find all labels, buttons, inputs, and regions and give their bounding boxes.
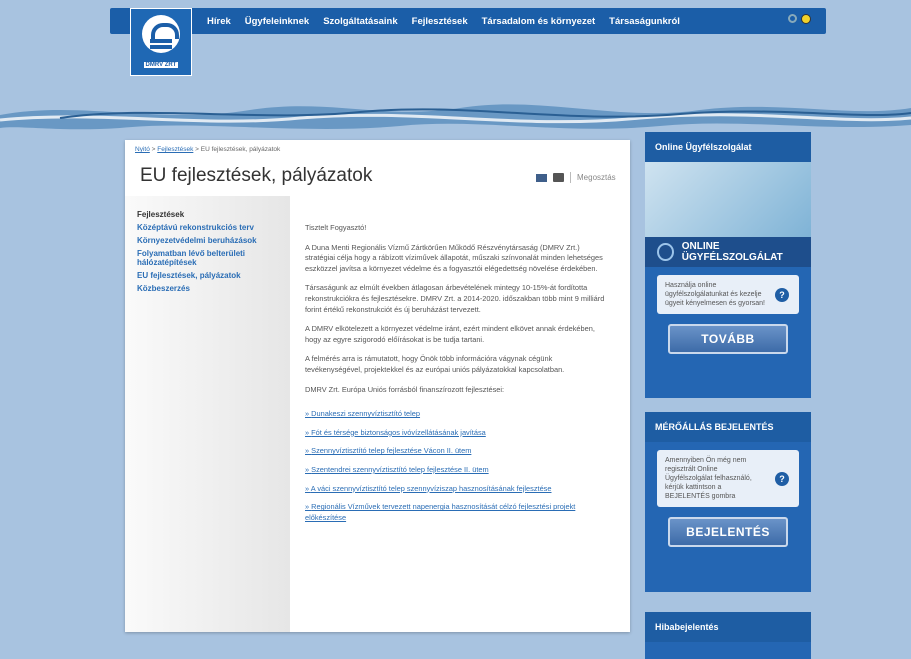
paragraph: A DMRV elkötelezett a környezet védelme … xyxy=(305,324,595,344)
sidebar-item[interactable]: Folyamatban lévő belterületi hálózatépít… xyxy=(125,247,290,269)
print-icon[interactable] xyxy=(553,173,564,182)
meter-reading-box: MÉRŐÁLLÁS BEJELENTÉS Amennyiben Ön még n… xyxy=(645,412,811,592)
breadcrumb-parent[interactable]: Fejlesztések xyxy=(157,146,193,153)
nav-item-szolgaltatasaink[interactable]: Szolgáltatásaink xyxy=(316,16,404,27)
page-title: EU fejlesztések, pályázatok xyxy=(140,165,373,186)
box-header: MÉRŐÁLLÁS BEJELENTÉS xyxy=(645,412,811,442)
breadcrumb-separator: > xyxy=(193,146,201,153)
main-text: Tisztelt Fogyasztó! A Duna Menti Regioná… xyxy=(305,223,605,531)
main-nav: Hírek Ügyfeleinknek Szolgáltatásaink Fej… xyxy=(200,8,687,34)
info-text: Használja online ügyfélszolgálatunkat és… xyxy=(665,282,765,307)
nav-item-hirek[interactable]: Hírek xyxy=(200,16,238,27)
project-link[interactable]: Regionális Vízművek tervezett napenergia… xyxy=(305,502,605,523)
logo[interactable]: DMRV ZRT xyxy=(130,8,192,76)
divider xyxy=(570,172,571,183)
paragraph: Társaságunk az elmúlt években átlagosan … xyxy=(305,283,605,314)
project-link[interactable]: Dunakeszi szennyvíztisztító telep xyxy=(305,409,605,420)
paragraph: A felmérés arra is rámutatott, hogy Önök… xyxy=(305,354,565,374)
paragraph: DMRV Zrt. Európa Uniós forrásból finansz… xyxy=(305,384,505,394)
keyboard-image xyxy=(645,162,811,237)
search-icon[interactable] xyxy=(788,14,797,23)
help-icon[interactable]: ? xyxy=(775,471,789,486)
power-icon xyxy=(657,243,674,261)
info-box: Használja online ügyfélszolgálatunkat és… xyxy=(657,275,799,314)
share-link[interactable]: Megosztás xyxy=(577,173,616,182)
sidebar-header: Fejlesztések xyxy=(137,210,185,219)
sidebar-item-active[interactable]: EU fejlesztések, pályázatok xyxy=(125,269,290,282)
paragraph: A Duna Menti Regionális Vízmű Zártkörűen… xyxy=(305,242,603,273)
banner-text: ONLINE ÜGYFÉLSZOLGÁLAT xyxy=(681,241,783,263)
mail-icon[interactable] xyxy=(536,173,547,182)
info-box: Amennyiben Ön még nem regisztrált Online… xyxy=(657,450,799,507)
online-service-box: Online Ügyfélszolgálat ONLINE ÜGYFÉLSZOL… xyxy=(645,132,811,398)
bejelentes-button[interactable]: BEJELENTÉS xyxy=(668,517,788,547)
fault-report-box: Hibabejelentés xyxy=(645,612,811,659)
box-header: Hibabejelentés xyxy=(645,612,811,642)
logo-mark xyxy=(142,15,180,53)
breadcrumb-current: EU fejlesztések, pályázatok xyxy=(200,146,281,153)
logo-text: DMRV ZRT xyxy=(143,62,179,68)
nav-item-tarsadalom[interactable]: Társadalom és környezet xyxy=(475,16,603,27)
project-link[interactable]: Szentendrei szennyvíztisztító telep fejl… xyxy=(305,465,605,476)
online-service-banner[interactable]: ONLINE ÜGYFÉLSZOLGÁLAT xyxy=(645,237,811,267)
box-header: Online Ügyfélszolgálat xyxy=(645,132,811,162)
nav-item-tarsasagunkrol[interactable]: Társaságunkról xyxy=(602,16,687,27)
sidebar-item[interactable]: Középtávú rekonstrukciós terv xyxy=(125,221,290,234)
water-wave-banner xyxy=(0,104,911,130)
breadcrumb-home[interactable]: Nyitó xyxy=(135,146,150,153)
greeting: Tisztelt Fogyasztó! xyxy=(305,223,367,232)
project-list: Dunakeszi szennyvíztisztító telep Fót és… xyxy=(305,409,605,523)
accessibility-icon[interactable] xyxy=(801,14,811,24)
breadcrumb: Nyitó > Fejlesztések > EU fejlesztések, … xyxy=(135,146,280,153)
sidebar-item[interactable]: Közbeszerzés xyxy=(125,282,290,295)
left-sidebar: Fejlesztések Középtávú rekonstrukciós te… xyxy=(125,196,290,632)
sidebar-item[interactable]: Környezetvédelmi beruházások xyxy=(125,234,290,247)
project-link[interactable]: Fót és térsége biztonságos ivóvízellátás… xyxy=(305,428,605,439)
nav-item-fejlesztesek[interactable]: Fejlesztések xyxy=(405,16,475,27)
project-link[interactable]: A váci szennyvíztisztító telep szennyvíz… xyxy=(305,484,605,495)
tovabb-button[interactable]: TOVÁBB xyxy=(668,324,788,354)
nav-item-ugyfeleinknek[interactable]: Ügyfeleinknek xyxy=(238,16,316,27)
info-text: Amennyiben Ön még nem regisztrált Online… xyxy=(665,457,752,500)
help-icon[interactable]: ? xyxy=(775,287,789,302)
project-link[interactable]: Szennyvíztisztító telep fejlesztése Váco… xyxy=(305,446,605,457)
